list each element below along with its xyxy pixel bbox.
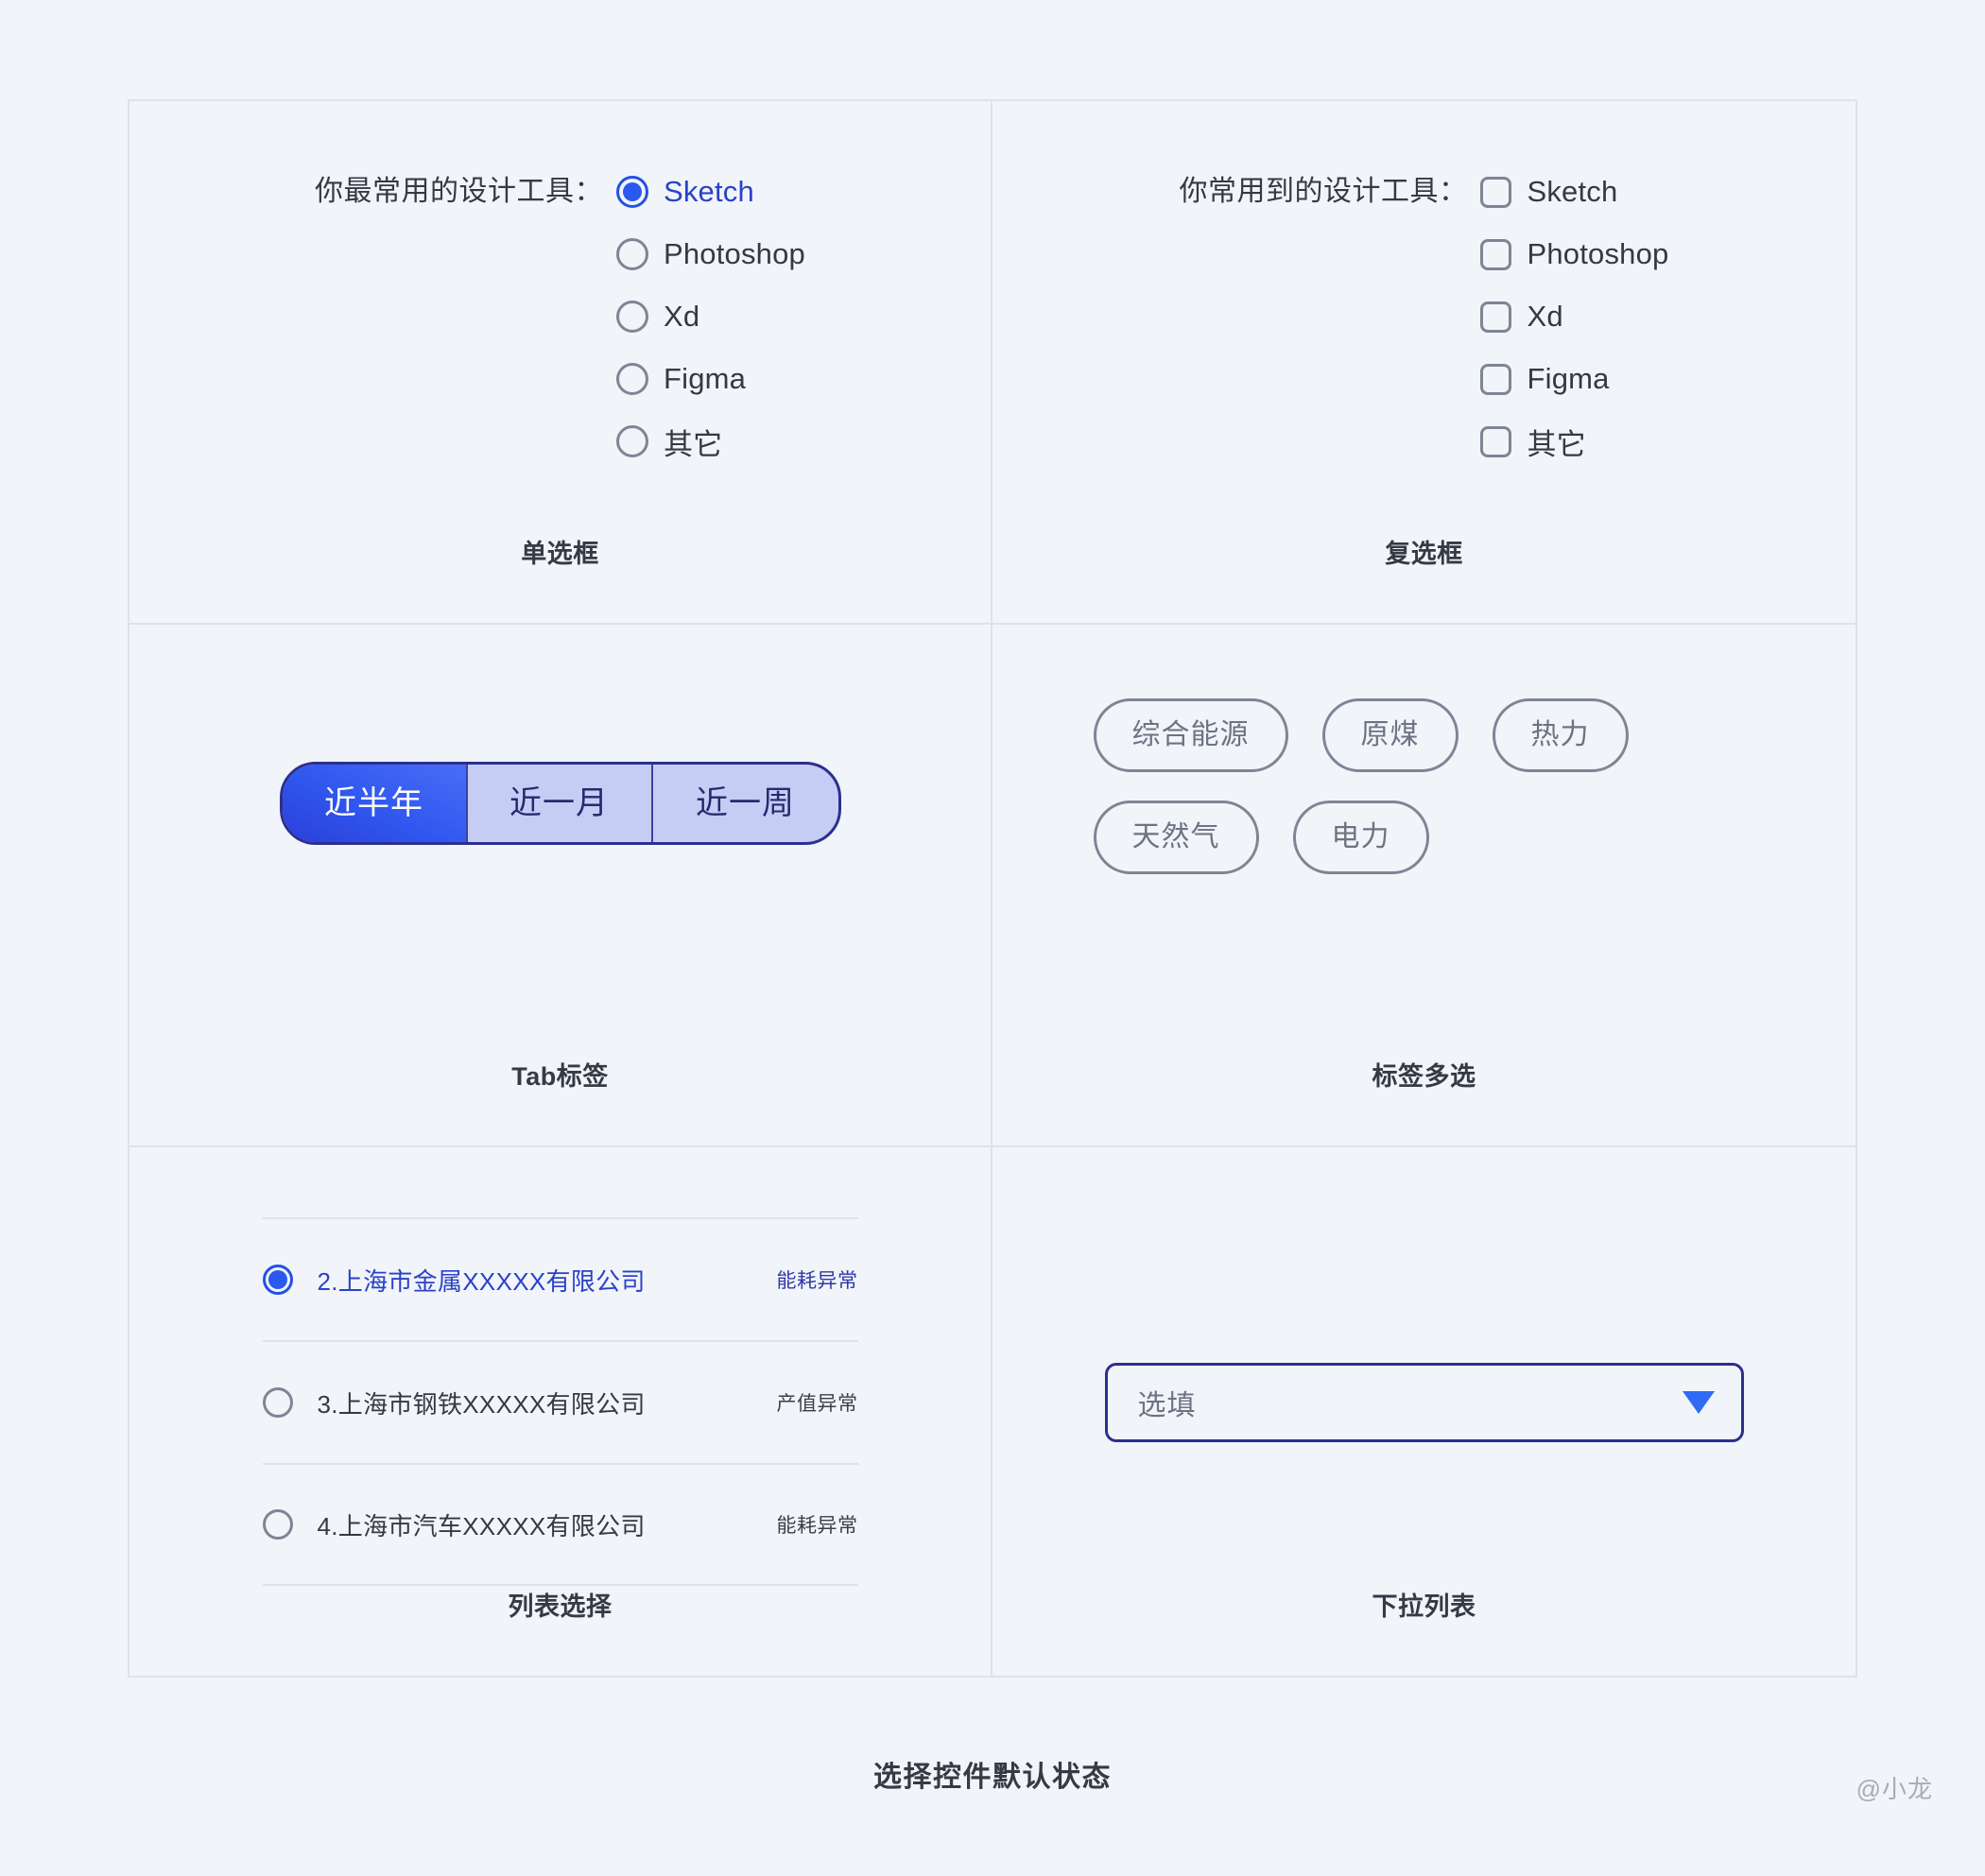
panel-tab-segmented: 近半年 近一月 近一周 Tab标签 (129, 624, 992, 1147)
radio-icon[interactable] (262, 1387, 293, 1418)
component-grid: 你最常用的设计工具： Sketch Photoshop Xd Figma 其它 … (128, 99, 1857, 1678)
tag-heat[interactable]: 热力 (1492, 697, 1629, 772)
radio-option-sketch[interactable]: Sketch (615, 169, 805, 215)
checkbox-option-label: 其它 (1527, 427, 1586, 461)
radio-icon[interactable] (615, 425, 648, 457)
panel-caption-list: 列表选择 (508, 1592, 613, 1621)
checkbox-option-other[interactable]: 其它 (1480, 419, 1668, 464)
panel-caption-checkbox: 复选框 (1385, 539, 1463, 568)
list-item[interactable]: 2.上海市金属XXXXX有限公司 能耗异常 (262, 1217, 858, 1340)
radio-option-label: Figma (663, 362, 747, 395)
checkbox-option-label: Xd (1527, 300, 1563, 333)
radio-icon[interactable] (262, 1509, 293, 1540)
checkbox-icon[interactable] (1480, 238, 1512, 270)
checkbox-option-photoshop[interactable]: Photoshop (1480, 232, 1668, 277)
panel-list-selection: 2.上海市金属XXXXX有限公司 能耗异常 3.上海市钢铁XXXXX有限公司 产… (129, 1147, 992, 1676)
radio-option-xd[interactable]: Xd (615, 294, 805, 339)
checkbox-icon[interactable] (1480, 363, 1512, 395)
checkbox-option-label: Photoshop (1527, 237, 1669, 270)
list-item-name: 2.上海市金属XXXXX有限公司 (317, 1266, 646, 1296)
panel-caption-radio: 单选框 (521, 539, 599, 568)
radio-prompt-label: 你最常用的设计工具： (314, 176, 603, 207)
radio-option-label: Xd (663, 300, 700, 333)
radio-group-body: 你最常用的设计工具： Sketch Photoshop Xd Figma 其它 (129, 101, 991, 533)
radio-icon-checked[interactable] (615, 176, 648, 208)
list-item[interactable]: 3.上海市钢铁XXXXX有限公司 产值异常 (262, 1340, 858, 1463)
checkbox-option-list: Sketch Photoshop Xd Figma 其它 (1480, 169, 1668, 464)
radio-option-label: Sketch (663, 175, 754, 208)
checkbox-option-xd[interactable]: Xd (1480, 294, 1668, 339)
tab-body: 近半年 近一月 近一周 (129, 625, 991, 1057)
panel-caption-tag: 标签多选 (1372, 1062, 1476, 1091)
checkbox-option-label: Sketch (1527, 175, 1618, 208)
radio-option-label: 其它 (663, 427, 723, 461)
component-showcase-page: 你最常用的设计工具： Sketch Photoshop Xd Figma 其它 … (0, 0, 1985, 1876)
checkbox-option-figma[interactable]: Figma (1480, 356, 1668, 402)
tab-one-month[interactable]: 近一月 (468, 764, 653, 842)
dropdown-value: 选填 (1137, 1390, 1197, 1421)
selection-list: 2.上海市金属XXXXX有限公司 能耗异常 3.上海市钢铁XXXXX有限公司 产… (262, 1147, 858, 1586)
tag-body: 综合能源 原煤 热力 天然气 电力 (992, 625, 1856, 1057)
radio-option-list: Sketch Photoshop Xd Figma 其它 (615, 169, 806, 464)
radio-icon[interactable] (615, 238, 648, 270)
dropdown-body: 选填 (992, 1147, 1856, 1586)
checkbox-option-label: Figma (1527, 362, 1610, 395)
panel-dropdown: 选填 下拉列表 (992, 1147, 1856, 1676)
tag-electricity[interactable]: 电力 (1292, 800, 1429, 874)
list-item[interactable]: 4.上海市汽车XXXXX有限公司 能耗异常 (262, 1463, 858, 1586)
radio-icon[interactable] (615, 301, 648, 333)
radio-option-other[interactable]: 其它 (615, 419, 805, 464)
checkbox-group-body: 你常用到的设计工具： Sketch Photoshop Xd Figma 其它 (992, 101, 1856, 533)
status-badge: 能耗异常 (776, 1270, 858, 1292)
radio-option-photoshop[interactable]: Photoshop (615, 232, 806, 277)
dropdown-wrap: 选填 (992, 1147, 1856, 1442)
radio-option-label: Photoshop (663, 237, 806, 270)
list-item-name: 4.上海市汽车XXXXX有限公司 (317, 1511, 646, 1540)
radio-icon[interactable] (615, 363, 648, 395)
radio-icon-checked[interactable] (262, 1265, 293, 1295)
list-item-name: 3.上海市钢铁XXXXX有限公司 (317, 1389, 646, 1419)
checkbox-option-sketch[interactable]: Sketch (1480, 169, 1668, 215)
radio-option-figma[interactable]: Figma (615, 356, 805, 402)
tab-one-week[interactable]: 近一周 (653, 765, 838, 842)
checkbox-icon[interactable] (1480, 301, 1512, 333)
tag-raw-coal[interactable]: 原煤 (1321, 697, 1459, 772)
dropdown-select[interactable]: 选填 (1104, 1363, 1744, 1442)
radio-block: 你最常用的设计工具： Sketch Photoshop Xd Figma 其它 (315, 101, 805, 464)
checkbox-block: 你常用到的设计工具： Sketch Photoshop Xd Figma 其它 (1179, 101, 1668, 464)
panel-radio-group: 你最常用的设计工具： Sketch Photoshop Xd Figma 其它 … (129, 101, 992, 625)
tag-comprehensive-energy[interactable]: 综合能源 (1093, 697, 1288, 772)
status-badge: 能耗异常 (776, 1515, 858, 1537)
watermark: @小龙 (1856, 1775, 1933, 1803)
segmented-control: 近半年 近一月 近一周 (279, 761, 841, 845)
chevron-down-icon[interactable] (1682, 1391, 1715, 1414)
segmented-wrap: 近半年 近一月 近一周 (129, 625, 991, 845)
panel-tag-multiselect: 综合能源 原煤 热力 天然气 电力 标签多选 (992, 625, 1856, 1147)
status-badge: 产值异常 (776, 1393, 858, 1415)
tag-list: 综合能源 原煤 热力 天然气 电力 (1093, 625, 1755, 874)
tab-half-year[interactable]: 近半年 (282, 764, 468, 842)
tag-natural-gas[interactable]: 天然气 (1093, 800, 1259, 874)
panel-caption-tab: Tab标签 (511, 1062, 609, 1091)
panel-caption-dropdown: 下拉列表 (1372, 1592, 1476, 1621)
checkbox-prompt-label: 你常用到的设计工具： (1179, 176, 1468, 207)
list-body: 2.上海市金属XXXXX有限公司 能耗异常 3.上海市钢铁XXXXX有限公司 产… (129, 1147, 991, 1586)
checkbox-icon[interactable] (1480, 425, 1512, 457)
checkbox-icon[interactable] (1480, 176, 1512, 208)
page-title: 选择控件默认状态 (873, 1762, 1112, 1793)
panel-checkbox-group: 你常用到的设计工具： Sketch Photoshop Xd Figma 其它 … (992, 101, 1856, 625)
